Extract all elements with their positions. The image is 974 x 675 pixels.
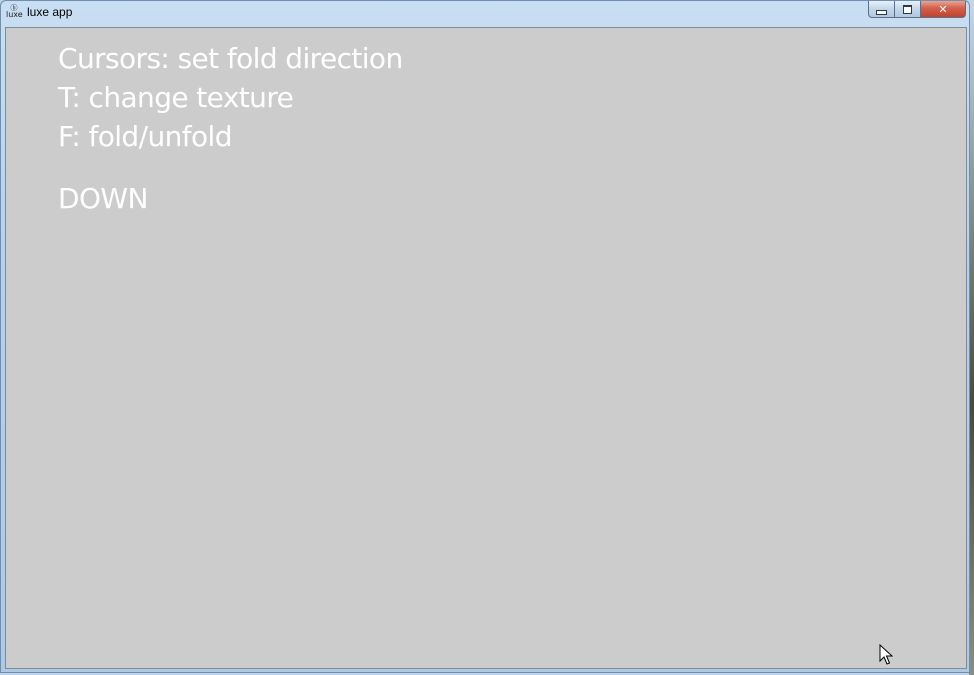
app-canvas[interactable]: Cursors: set fold direction T: change te… xyxy=(5,27,967,669)
app-window: ⓑ luxe luxe app ✕ Cursors: set fold dire… xyxy=(0,0,970,673)
close-icon: ✕ xyxy=(938,2,948,16)
instruction-fold: F: fold/unfold xyxy=(58,120,232,153)
window-controls: ✕ xyxy=(868,1,966,19)
window-title: luxe app xyxy=(27,5,73,19)
close-button[interactable]: ✕ xyxy=(921,1,966,18)
instruction-texture: T: change texture xyxy=(58,81,294,114)
fold-direction-status: DOWN xyxy=(58,182,148,215)
app-icon-label: luxe xyxy=(6,10,23,19)
app-icon[interactable]: ⓑ luxe xyxy=(6,5,23,21)
minimize-icon xyxy=(876,9,887,15)
mouse-pointer-icon xyxy=(879,644,893,665)
maximize-icon xyxy=(903,4,912,14)
title-bar[interactable]: ⓑ luxe luxe app ✕ xyxy=(1,1,969,26)
maximize-button[interactable] xyxy=(895,1,921,18)
minimize-button[interactable] xyxy=(868,1,895,18)
instruction-cursors: Cursors: set fold direction xyxy=(58,42,403,75)
